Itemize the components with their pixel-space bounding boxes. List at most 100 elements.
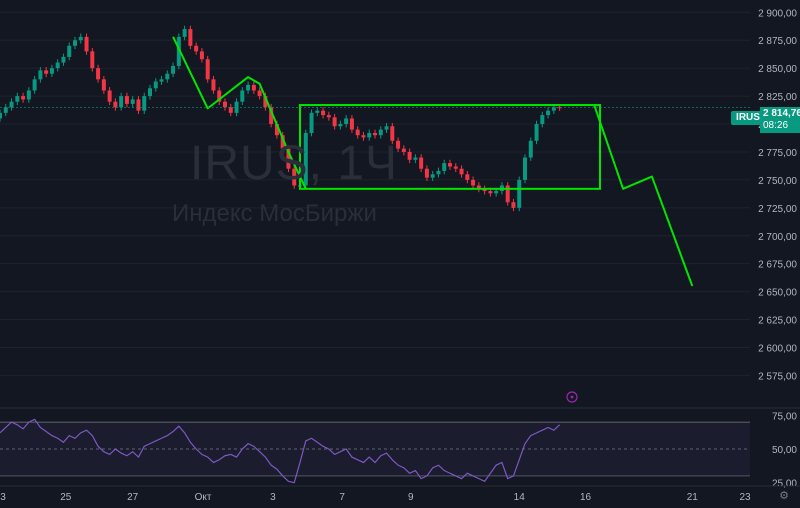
candle-body — [113, 101, 118, 108]
candle-body — [442, 163, 447, 171]
price-tick-label: 2 750,00 — [758, 176, 797, 187]
candle-body — [3, 107, 8, 113]
candle-body — [465, 174, 470, 180]
candle-body — [419, 157, 424, 169]
candle-body — [332, 117, 337, 127]
candle-body — [540, 115, 545, 125]
candle-body — [257, 90, 262, 97]
candle-body — [211, 79, 216, 91]
candle-body — [228, 107, 233, 113]
candle-body — [90, 51, 95, 69]
candle-body — [448, 163, 452, 167]
candle-body — [0, 112, 2, 119]
candle-body — [326, 115, 331, 118]
price-tick-label: 2 650,00 — [758, 288, 797, 299]
candle-body — [321, 110, 326, 116]
price-tick-label: 2 725,00 — [758, 204, 797, 215]
candle-body — [511, 202, 516, 208]
rsi-tick-label: 25,00 — [772, 479, 797, 490]
price-tick-label: 2 675,00 — [758, 260, 797, 271]
price-tick-label: 2 575,00 — [758, 371, 797, 382]
candle-body — [15, 96, 20, 102]
candle-body — [344, 118, 349, 125]
candle-body — [384, 126, 389, 130]
candle-body — [546, 110, 551, 116]
candle-body — [471, 179, 476, 186]
time-tick-label: 9 — [408, 492, 414, 503]
candle-body — [49, 68, 54, 74]
current-price-label: 2 814,76 08:26 — [760, 107, 800, 133]
candle-body — [26, 90, 31, 100]
candle-body — [55, 62, 60, 69]
rsi-tick-label: 75,00 — [772, 411, 797, 422]
candle-body — [188, 29, 193, 46]
price-tick-label: 2 850,00 — [758, 64, 797, 75]
candle-body — [78, 36, 83, 41]
price-tick-label: 2 700,00 — [758, 232, 797, 243]
price-tick-label: 2 625,00 — [758, 316, 797, 327]
candle-body — [378, 129, 383, 136]
candle-body — [349, 118, 354, 130]
candle-body — [517, 179, 522, 208]
candle-body — [523, 157, 527, 180]
alert-icon-dot — [570, 395, 574, 399]
candle-body — [355, 129, 360, 136]
candle-body — [240, 90, 245, 102]
price-tick-label: 2 600,00 — [758, 343, 797, 354]
candle-body — [251, 84, 256, 91]
price-tick-label: 2 875,00 — [758, 36, 797, 47]
current-price-value: 2 814,76 — [763, 108, 800, 119]
time-tick-label: 7 — [339, 492, 345, 503]
candle-body — [488, 191, 493, 194]
candle-body — [315, 110, 320, 113]
candle-body — [44, 70, 49, 74]
candle-body — [367, 132, 372, 138]
candle-body — [194, 45, 199, 52]
candle-body — [528, 140, 533, 158]
candle-body — [396, 140, 401, 149]
candle-body — [148, 88, 152, 97]
candle-body — [246, 84, 251, 91]
candle-body — [136, 99, 141, 111]
candle-body — [84, 36, 89, 52]
candle-body — [436, 170, 441, 175]
time-tick-label: Окт — [195, 492, 212, 503]
settings-icon[interactable]: ⚙ — [778, 490, 790, 502]
candle-body — [9, 101, 14, 108]
candle-body — [199, 51, 204, 60]
candle-body — [165, 73, 170, 80]
price-tick-label: 2 900,00 — [758, 8, 797, 19]
candle-body — [338, 124, 343, 127]
candle-body — [73, 40, 77, 46]
candle-body — [390, 126, 395, 141]
chart[interactable]: 2 900,002 875,002 850,002 825,002 800,00… — [0, 0, 800, 508]
candle-body — [182, 29, 187, 37]
candle-body — [309, 112, 314, 133]
candle-body — [407, 151, 412, 160]
rsi-panel — [0, 418, 750, 484]
candle-body — [159, 79, 164, 82]
candle-body — [61, 56, 66, 63]
candle-body — [119, 96, 124, 108]
candle-body — [361, 135, 366, 138]
candle-body — [153, 81, 158, 89]
candle-body — [459, 168, 464, 175]
price-tick-label: 2 825,00 — [758, 92, 797, 103]
time-tick-label: 27 — [127, 492, 139, 503]
candle-body — [223, 101, 227, 108]
candle-body — [494, 191, 499, 194]
price-tick-label: 2 775,00 — [758, 148, 797, 159]
candle-body — [453, 166, 458, 169]
candle-body — [130, 99, 135, 104]
candle-body — [38, 70, 43, 80]
time-tick-label: 23 — [739, 492, 751, 503]
candle-body — [401, 148, 406, 152]
candle-body — [142, 96, 147, 111]
candle-body — [413, 157, 418, 160]
candle-body — [101, 79, 106, 91]
time-tick-label: 3 — [270, 492, 276, 503]
candle-body — [96, 68, 101, 80]
rsi-tick-label: 50,00 — [772, 445, 797, 456]
candle-body — [205, 59, 210, 80]
candle-body — [534, 124, 539, 141]
